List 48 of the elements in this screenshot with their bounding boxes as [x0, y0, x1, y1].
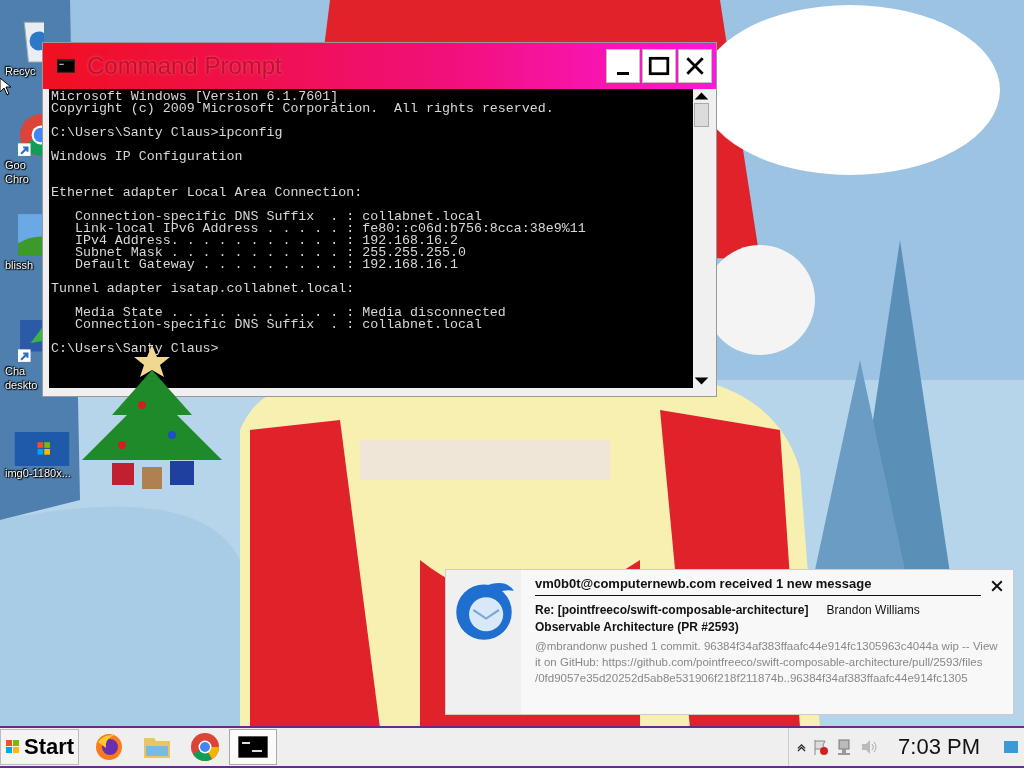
icon-label: Chro: [4, 172, 29, 186]
console-line: Microsoft Windows [Version 6.1.7601]: [51, 91, 339, 103]
scroll-thumb[interactable]: [694, 103, 709, 127]
console-icon: [57, 59, 75, 73]
flag-alert-icon[interactable]: [812, 738, 831, 756]
icon-label: Goo: [4, 158, 26, 172]
close-button[interactable]: [989, 578, 1005, 594]
console-line: Copyright (c) 2009 Microsoft Corporation. All rights reserved.: [51, 103, 555, 115]
close-icon: [991, 580, 1003, 592]
console-line: Link-local IPv6 Address . . . . . : fe80::c06d:b756:8cca:38e9%11: [73, 223, 587, 235]
taskbar-app-button[interactable]: [229, 729, 278, 765]
icon-label: img0-1180x...: [4, 466, 71, 480]
console-line: Tunnel adapter isatap.collabnet.local:: [51, 283, 356, 295]
close-icon: [684, 55, 706, 77]
console-line: Connection-specific DNS Suffix . : collabnet.local: [73, 211, 482, 223]
minimize-button[interactable]: [606, 49, 640, 83]
console-line: Ethernet adapter Local Area Connection:: [51, 187, 364, 199]
message-subject: Re: [pointfreeco/swift-composable-architecture]: [535, 602, 809, 619]
console-line: Media State . . . . . . . . . . . : Media disconnected: [73, 307, 507, 319]
icon-label: Recyc: [4, 64, 36, 78]
notification-title: vm0b0t@computernewb.com received 1 new message: [535, 576, 873, 591]
message-subject: Observable Architecture (PR #2593): [535, 619, 740, 636]
maximize-icon: [648, 55, 670, 77]
clock[interactable]: 7:03 PM: [898, 734, 980, 760]
close-button[interactable]: [678, 49, 712, 83]
console-line: Subnet Mask . . . . . . . . . . . : 255.255.255.0: [73, 247, 467, 259]
icon-label: deskto: [4, 378, 38, 392]
icon-label: Cha: [4, 364, 26, 378]
console-icon: [238, 736, 269, 758]
console-line: C:\Users\Santy Claus>: [51, 343, 220, 355]
console-line: Default Gateway . . . . . . . . . : 192.168.16.1: [73, 259, 459, 271]
console-line: C:\Users\Santy Claus>ipconfig: [51, 127, 284, 139]
minimize-icon: [617, 71, 629, 75]
message-preview: @mbrandonw pushed 1 commit. 96384f34af383ffaafc44e914fc1305963c4044a wip -- View it on GitHub: https://github.com/pointfreeco/swift-composable-architecture/pull/2593/files /0fd9057e35d20252d5ab8e531906f218f211874b..96384f34af383ffaafc44e914fc1305: [535, 639, 999, 686]
chevron-up-icon[interactable]: [797, 742, 807, 752]
image-file-icon[interactable]: [14, 432, 70, 466]
maximize-button[interactable]: [642, 49, 676, 83]
chrome-icon: [190, 732, 221, 762]
icon-label: blissh: [4, 258, 34, 272]
landscape-image-icon[interactable]: [18, 212, 44, 258]
windows-logo-icon: [5, 739, 21, 755]
start-button[interactable]: Start: [0, 729, 80, 765]
console-line: Connection-specific DNS Suffix . : collabnet.local: [73, 319, 483, 331]
message-sender: Brandon Williams: [826, 602, 920, 619]
console-line: Windows IP Configuration: [51, 151, 244, 163]
firefox-icon: [94, 732, 125, 762]
console-line: IPv4 Address. . . . . . . . . . . : 192.168.16.2: [73, 235, 458, 247]
cursor-icon: [0, 78, 12, 96]
